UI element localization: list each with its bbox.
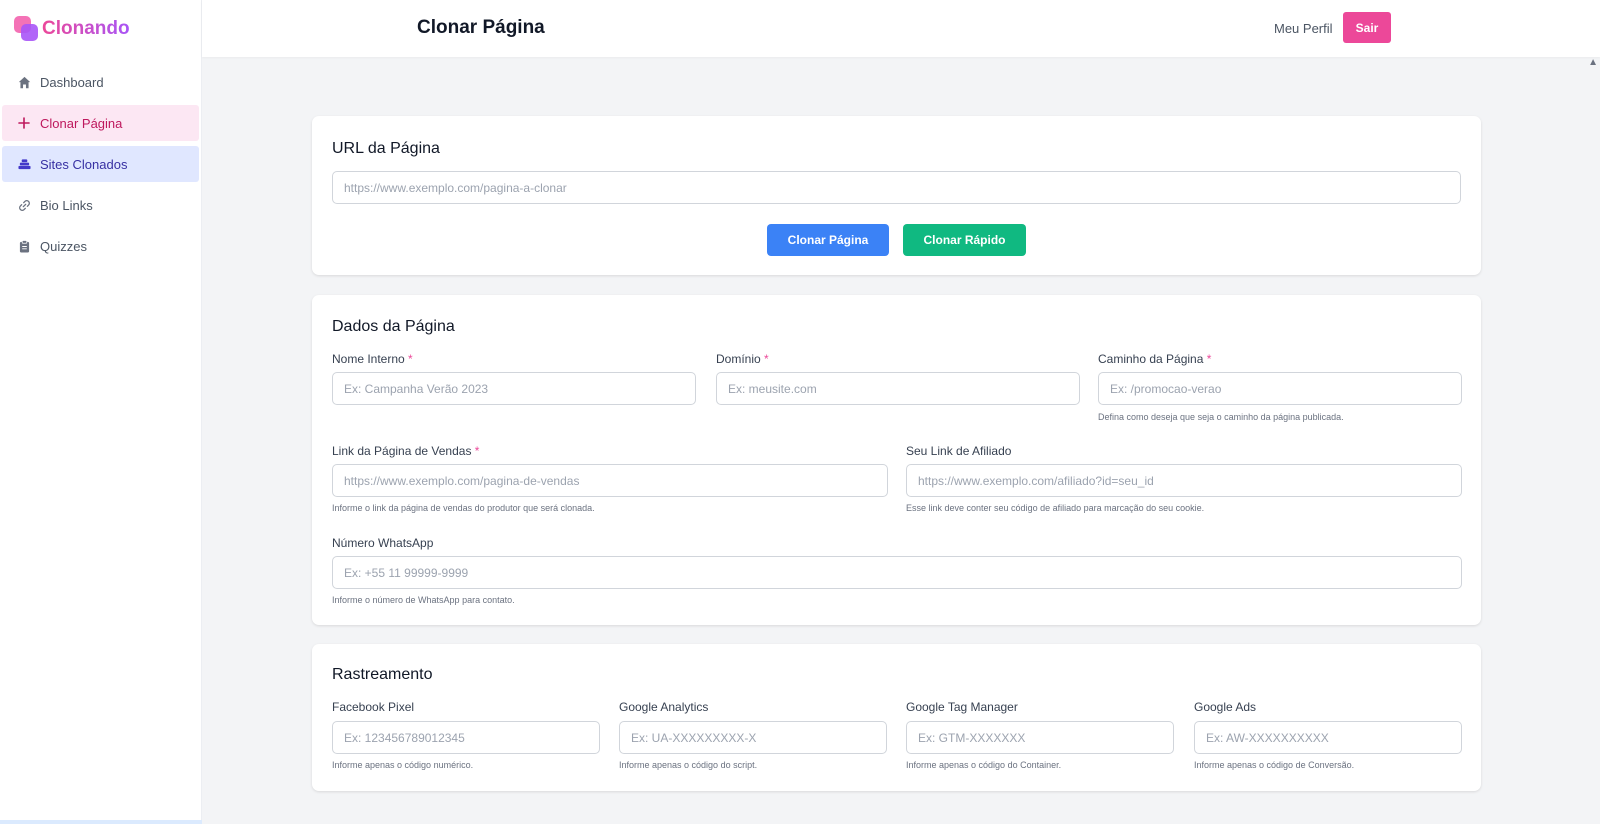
domain-input[interactable] [716, 372, 1080, 405]
internal-name-input[interactable] [332, 372, 696, 405]
link-icon [17, 198, 31, 212]
sidebar-item-dashboard[interactable]: Dashboard [2, 64, 199, 100]
clipboard-icon [17, 239, 31, 253]
logo-icon [14, 15, 38, 42]
google-ads-input[interactable] [1194, 721, 1462, 754]
tracking-card-title: Rastreamento [332, 666, 433, 683]
tracking-card: Rastreamento Facebook Pixel Informe apen… [312, 644, 1481, 791]
google-analytics-hint: Informe apenas o código do script. [619, 760, 758, 770]
logo[interactable]: Clonando [0, 0, 201, 57]
sales-link-hint: Informe o link da página de vendas do pr… [332, 503, 595, 513]
affiliate-link-input[interactable] [906, 464, 1462, 497]
affiliate-link-hint: Esse link deve conter seu código de afil… [906, 503, 1205, 513]
quick-clone-button[interactable]: Clonar Rápido [903, 224, 1026, 256]
sidebar: Clonando Dashboard Clonar Página Sites C… [0, 0, 202, 824]
stack-icon [17, 157, 31, 171]
topbar: Clonar Página Meu Perfil Sair [202, 0, 1600, 57]
sales-link-input[interactable] [332, 464, 888, 497]
profile-link[interactable]: Meu Perfil [1274, 21, 1333, 36]
facebook-pixel-hint: Informe apenas o código numérico. [332, 760, 474, 770]
google-analytics-input[interactable] [619, 721, 887, 754]
sidebar-item-label: Bio Links [40, 197, 93, 213]
sidebar-item-label: Clonar Página [40, 115, 123, 131]
logout-button[interactable]: Sair [1343, 12, 1391, 43]
domain-label: Domínio * [716, 352, 769, 366]
page-path-input[interactable] [1098, 372, 1462, 405]
page-url-input[interactable] [332, 171, 1461, 204]
url-card-title: URL da Página [332, 140, 440, 157]
home-icon [17, 75, 31, 89]
plus-icon [17, 116, 31, 130]
sales-link-label: Link da Página de Vendas * [332, 444, 480, 458]
sidebar-item-clonar-pagina[interactable]: Clonar Página [2, 105, 199, 141]
scroll-up-icon[interactable]: ▲ [1588, 57, 1598, 68]
google-tag-manager-hint: Informe apenas o código do Container. [906, 760, 1062, 770]
google-tag-manager-label: Google Tag Manager [906, 700, 1018, 714]
page-path-hint: Defina como deseja que seja o caminho da… [1098, 412, 1344, 422]
google-tag-manager-input[interactable] [906, 721, 1174, 754]
facebook-pixel-label: Facebook Pixel [332, 700, 415, 714]
logo-text: Clonando [42, 17, 130, 39]
sidebar-item-sites-clonados[interactable]: Sites Clonados [2, 146, 199, 182]
facebook-pixel-input[interactable] [332, 721, 600, 754]
google-analytics-label: Google Analytics [619, 700, 709, 714]
sidebar-item-bio-links[interactable]: Bio Links [2, 187, 199, 223]
google-ads-label: Google Ads [1194, 700, 1257, 714]
sidebar-item-label: Sites Clonados [40, 156, 128, 172]
google-ads-hint: Informe apenas o código de Conversão. [1194, 760, 1355, 770]
whatsapp-label: Número WhatsApp [332, 536, 434, 550]
clone-page-button[interactable]: Clonar Página [767, 224, 889, 256]
sidebar-footer-strip [0, 820, 202, 824]
sidebar-nav: Dashboard Clonar Página Sites Clonados B… [0, 64, 201, 264]
page-title: Clonar Página [417, 17, 545, 38]
whatsapp-hint: Informe o número de WhatsApp para contat… [332, 595, 515, 605]
affiliate-link-label: Seu Link de Afiliado [906, 444, 1012, 458]
page-path-label: Caminho da Página * [1098, 352, 1212, 366]
url-card: URL da Página Clonar Página Clonar Rápid… [312, 116, 1481, 275]
sidebar-item-label: Quizzes [40, 238, 87, 254]
sidebar-item-quizzes[interactable]: Quizzes [2, 228, 199, 264]
page-data-card-title: Dados da Página [332, 318, 455, 335]
sidebar-item-label: Dashboard [40, 74, 104, 90]
internal-name-label: Nome Interno * [332, 352, 413, 366]
page-data-card: Dados da Página Nome Interno * Domínio *… [312, 295, 1481, 625]
whatsapp-input[interactable] [332, 556, 1462, 589]
